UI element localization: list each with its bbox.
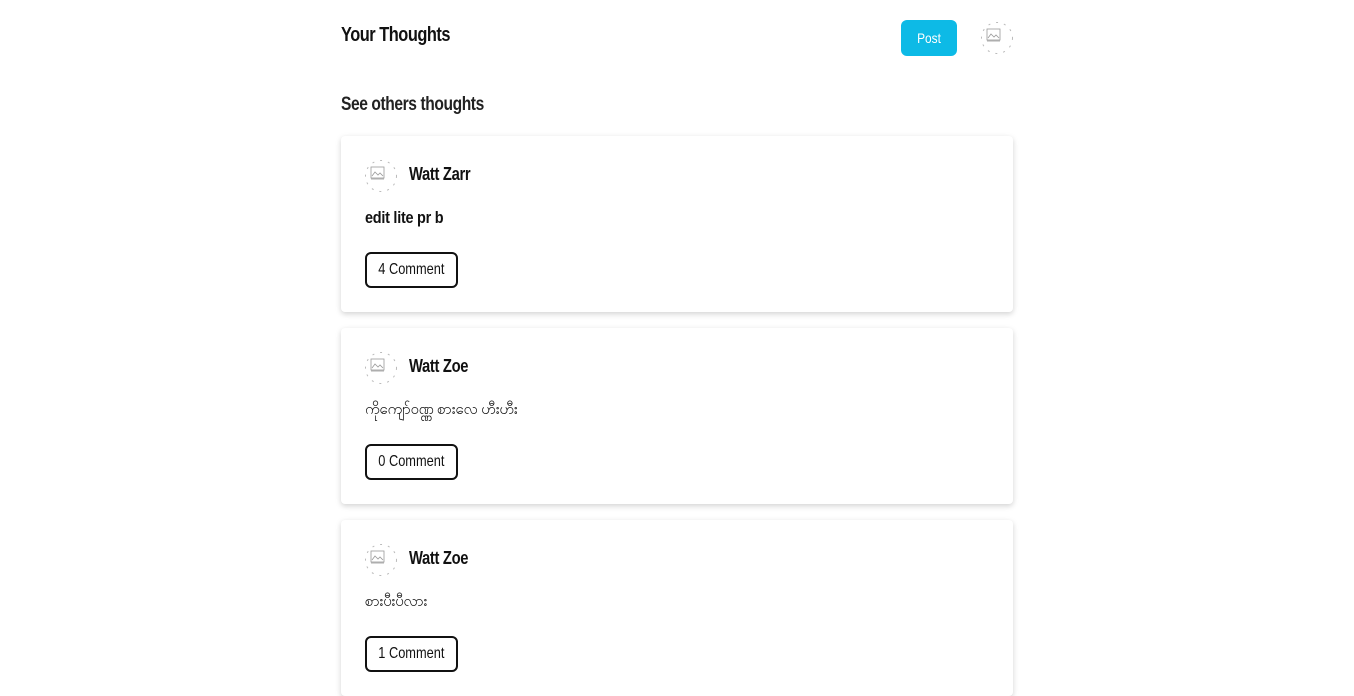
author-avatar-broken-image-icon[interactable] — [365, 160, 397, 192]
comment-button[interactable]: 1 Comment — [365, 636, 458, 672]
post-button[interactable]: Post — [901, 20, 957, 56]
page-title: Your Thoughts — [341, 24, 450, 46]
thought-card: Watt Zoe ကိုကျော်ဝဏ္ဏ စားလေ ဟီးဟီး 0 Com… — [341, 328, 1013, 504]
user-avatar-broken-image-icon[interactable] — [981, 22, 1013, 54]
author-name: Watt Zarr — [409, 164, 471, 184]
author-name: Watt Zoe — [409, 356, 469, 376]
thoughts-page: Your Thoughts Post See others thoughts W… — [341, 0, 1013, 696]
thought-card: Watt Zarr edit lite pr b 4 Comment — [341, 136, 1013, 312]
thought-text: edit lite pr b — [365, 208, 444, 227]
comment-button[interactable]: 4 Comment — [365, 252, 458, 288]
author-avatar-broken-image-icon[interactable] — [365, 352, 397, 384]
section-title: See others thoughts — [341, 94, 484, 115]
comment-count-label: 4 Comment — [378, 261, 445, 278]
post-button-label: Post — [917, 30, 941, 46]
thought-text: ကိုကျော်ဝဏ္ဏ စားလေ ဟီးဟီး — [365, 401, 518, 418]
header: Your Thoughts Post — [341, 0, 1013, 76]
comment-count-label: 1 Comment — [378, 645, 445, 662]
comment-count-label: 0 Comment — [378, 453, 445, 470]
thought-card: Watt Zoe စားပီးပီလား 1 Comment — [341, 520, 1013, 696]
author-name: Watt Zoe — [409, 548, 469, 568]
comment-button[interactable]: 0 Comment — [365, 444, 458, 480]
thought-text: စားပီးပီလား — [365, 593, 428, 610]
author-avatar-broken-image-icon[interactable] — [365, 544, 397, 576]
